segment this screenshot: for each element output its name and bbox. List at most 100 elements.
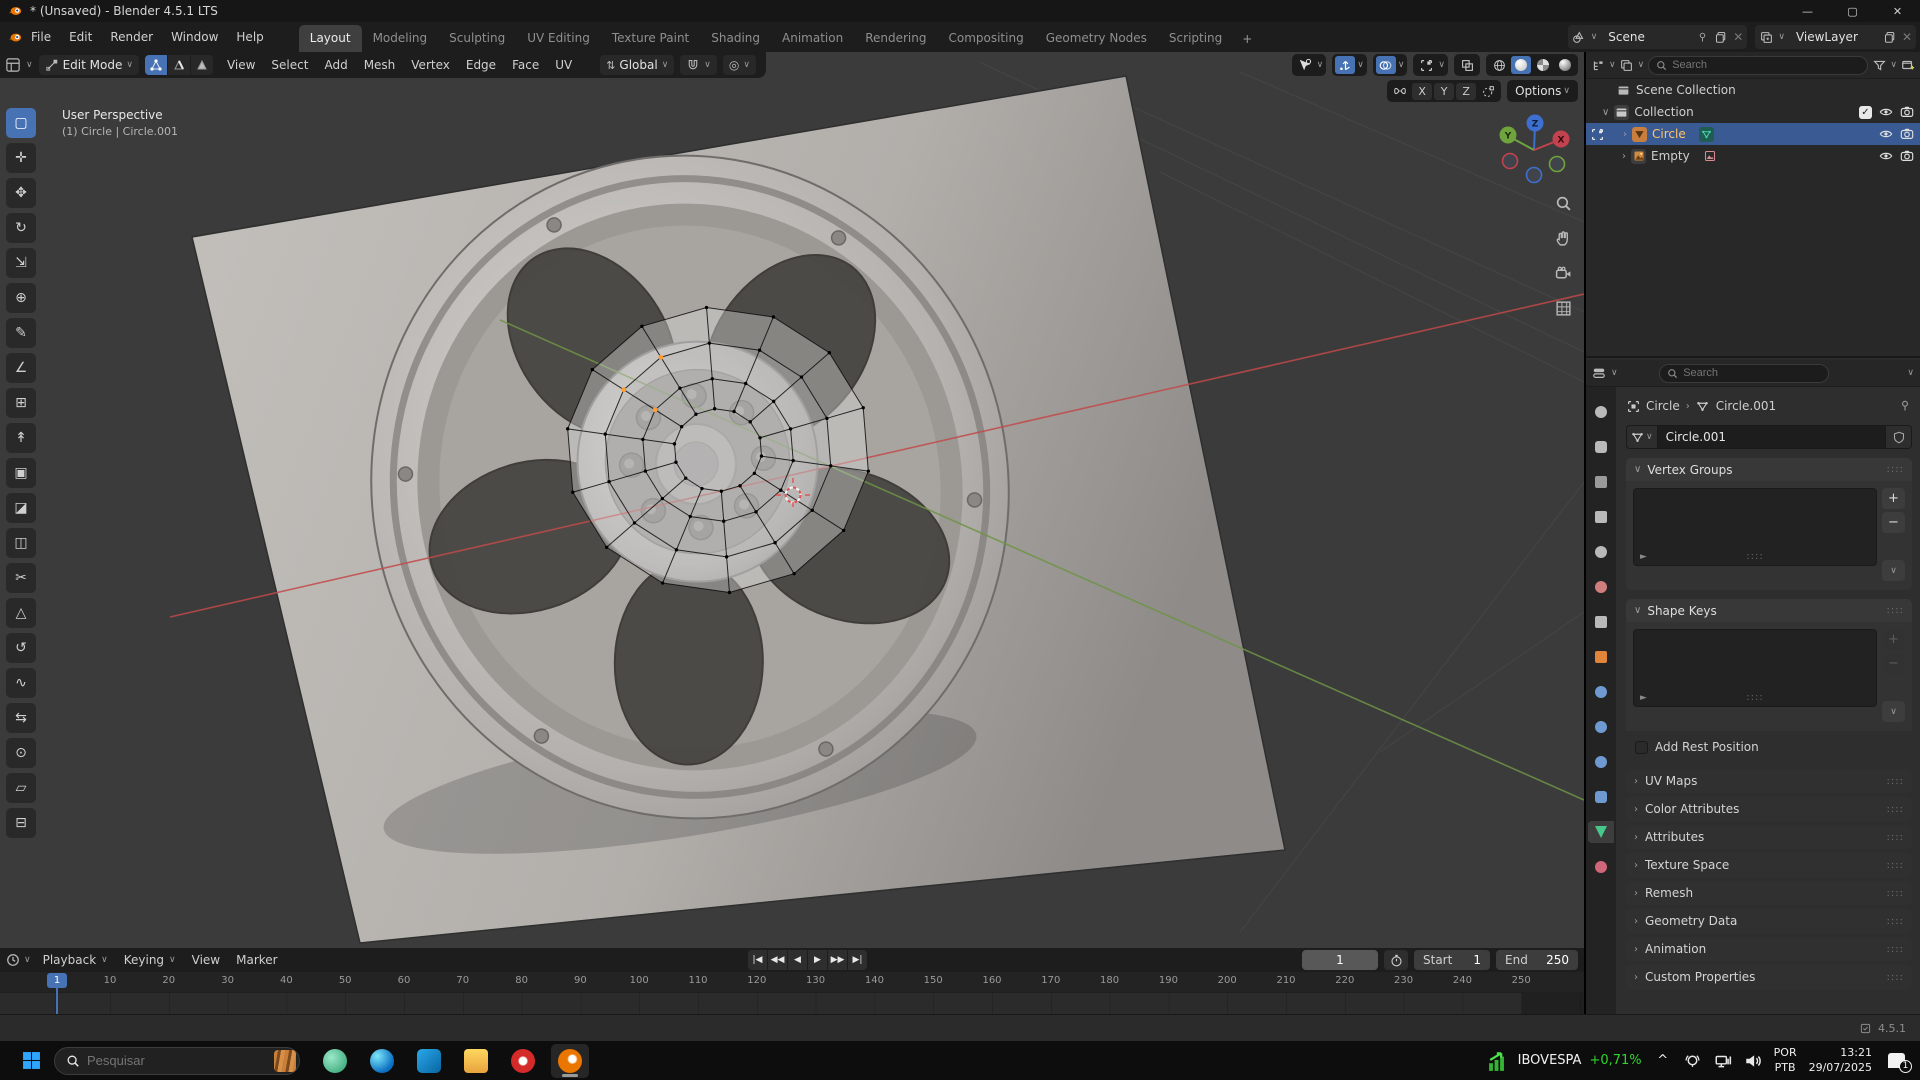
options-dropdown[interactable]: Options ∨ (1507, 80, 1578, 102)
vertex-group-specials-button[interactable]: ∨ (1882, 560, 1905, 581)
scene-selector[interactable]: ∨ Scene ✕ (1568, 25, 1748, 49)
panel-color-attributes[interactable]: ›Color Attributes:::: (1626, 797, 1912, 821)
viewport-menu-edge[interactable]: Edge (458, 54, 504, 76)
transport-previous-keyframe[interactable]: ◀◀ (768, 950, 787, 970)
orthographic-toggle-icon[interactable] (1552, 297, 1574, 319)
tool-edge-slide[interactable]: ⇆ (6, 703, 36, 733)
add-rest-position-checkbox[interactable] (1635, 741, 1648, 754)
outliner-display-mode-icon[interactable] (1591, 58, 1605, 72)
gizmo-neg-z-axis[interactable] (1527, 168, 1542, 183)
tool-cursor[interactable]: ✛ (6, 143, 36, 173)
filter-icon[interactable] (1872, 58, 1886, 72)
panel-grip[interactable]: :::: (1887, 804, 1904, 815)
blender-menu-icon[interactable] (8, 30, 22, 44)
properties-tab-render[interactable] (1588, 436, 1614, 458)
workspace-tab-rendering[interactable]: Rendering (854, 25, 937, 52)
tool-rip-region[interactable]: ⊟ (6, 808, 36, 838)
viewport-menu-add[interactable]: Add (316, 54, 355, 76)
properties-search-input[interactable] (1683, 367, 1821, 379)
properties-tab-collection[interactable] (1588, 611, 1614, 633)
panel-grip[interactable]: :::: (1887, 832, 1904, 843)
disable-render-camera-icon[interactable] (1900, 127, 1914, 141)
workspace-tab-uv-editing[interactable]: UV Editing (516, 25, 601, 52)
properties-tab-constraints[interactable] (1588, 786, 1614, 808)
mode-selector[interactable]: Edit Mode ∨ (39, 55, 139, 75)
tool-select-box[interactable]: ▢ (6, 108, 36, 138)
menu-edit[interactable]: Edit (60, 26, 101, 48)
hide-eye-icon[interactable] (1879, 127, 1893, 141)
hide-eye-icon[interactable] (1879, 149, 1893, 163)
panel-animation[interactable]: ›Animation:::: (1626, 937, 1912, 961)
add-workspace-button[interactable]: + (1233, 26, 1261, 52)
timeline-menu-keying[interactable]: Keying∨ (116, 950, 184, 970)
xray-dropdown[interactable]: ∨ (1413, 54, 1448, 76)
panel-custom-properties[interactable]: ›Custom Properties:::: (1626, 965, 1912, 989)
network-icon[interactable] (1714, 1052, 1732, 1070)
panel-attributes[interactable]: ›Attributes:::: (1626, 825, 1912, 849)
snapping-controls[interactable]: ∨ (680, 55, 717, 75)
shape-keys-header[interactable]: ∨ Shape Keys :::: (1626, 599, 1912, 622)
tool-transform[interactable]: ⊕ (6, 283, 36, 313)
tool-shear[interactable]: ▱ (6, 773, 36, 803)
new-collection-button[interactable] (1901, 58, 1915, 72)
tool-move[interactable]: ✥ (6, 178, 36, 208)
fake-user-shield-icon[interactable] (1886, 425, 1912, 449)
workspace-tab-sculpting[interactable]: Sculpting (438, 25, 516, 52)
outliner-search[interactable] (1648, 56, 1868, 75)
visibility-dropdown[interactable]: ∨ (1292, 54, 1327, 76)
timeline-menu-playback[interactable]: Playback∨ (35, 950, 116, 970)
properties-tab-modifiers[interactable] (1588, 681, 1614, 703)
material-shading-button[interactable] (1533, 56, 1553, 74)
breadcrumb-data[interactable]: Circle.001 (1716, 399, 1776, 413)
menu-file[interactable]: File (22, 26, 60, 48)
gizmo-neg-x-axis[interactable] (1503, 154, 1518, 169)
taskbar-search-input[interactable] (87, 1053, 267, 1068)
pan-hand-icon[interactable] (1552, 227, 1574, 249)
editor-type-icon[interactable] (6, 58, 20, 72)
tool-extrude-region[interactable]: ↟ (6, 423, 36, 453)
add-vertex-group-button[interactable]: + (1882, 488, 1905, 509)
outliner-row-scene-collection[interactable]: Scene Collection (1586, 79, 1920, 101)
3d-viewport[interactable]: ∨ Edit Mode ∨ ViewSelectAddMeshVertexEdg… (0, 52, 1584, 948)
mesh-datablock-icon[interactable]: ∨ (1626, 425, 1657, 449)
workspace-tab-geometry-nodes[interactable]: Geometry Nodes (1035, 25, 1158, 52)
workspace-tab-texture-paint[interactable]: Texture Paint (601, 25, 700, 52)
language-indicator[interactable]: POR PTB (1774, 1046, 1797, 1075)
menu-window[interactable]: Window (162, 26, 227, 48)
mirror-axis-x[interactable]: X (1412, 83, 1432, 100)
properties-search[interactable] (1659, 364, 1829, 383)
tool-poly-build[interactable]: △ (6, 598, 36, 628)
frame-start-button[interactable]: Start 1 (1414, 950, 1490, 970)
outliner-row-empty[interactable]: › Empty (1586, 145, 1920, 167)
panel-grip[interactable]: :::: (1887, 944, 1904, 955)
solid-shading-button[interactable] (1511, 56, 1531, 74)
mirror-axis-z[interactable]: Z (1456, 83, 1476, 100)
search-highlight-thumbnail[interactable] (274, 1050, 296, 1072)
auto-keying-button[interactable] (1384, 950, 1408, 970)
viewport-menu-uv[interactable]: UV (547, 54, 580, 76)
timeline-editor-type-icon[interactable] (6, 953, 20, 967)
frame-end-button[interactable]: End 250 (1496, 950, 1578, 970)
disable-render-camera-icon[interactable] (1900, 149, 1914, 163)
taskbar-search[interactable] (54, 1047, 300, 1075)
viewport-menu-mesh[interactable]: Mesh (356, 54, 404, 76)
clock[interactable]: 13:21 29/07/2025 (1809, 1046, 1872, 1075)
workspace-tab-layout[interactable]: Layout (299, 25, 362, 52)
transport-jump-to-start[interactable]: |◀ (748, 950, 767, 970)
viewport-menu-select[interactable]: Select (263, 54, 316, 76)
delete-view-layer-icon[interactable]: ✕ (1902, 30, 1912, 44)
tool-annotate[interactable]: ✎ (6, 318, 36, 348)
properties-tab-material[interactable] (1588, 856, 1614, 878)
properties-tab-object[interactable] (1588, 646, 1614, 668)
timeline-menu-view[interactable]: View (184, 950, 228, 970)
panel-grip[interactable]: :::: (1887, 860, 1904, 871)
current-frame-field[interactable]: 1 (1302, 950, 1378, 970)
timeline-ruler[interactable]: 1020304050607080901001101201301401501601… (0, 972, 1584, 992)
camera-view-icon[interactable] (1552, 262, 1574, 284)
properties-tab-output[interactable] (1588, 471, 1614, 493)
new-scene-icon[interactable] (1714, 30, 1728, 44)
properties-tab-particles[interactable] (1588, 716, 1614, 738)
workspace-tab-compositing[interactable]: Compositing (937, 25, 1034, 52)
tool-rotate[interactable]: ↻ (6, 213, 36, 243)
meet-now-icon[interactable] (1684, 1052, 1702, 1070)
